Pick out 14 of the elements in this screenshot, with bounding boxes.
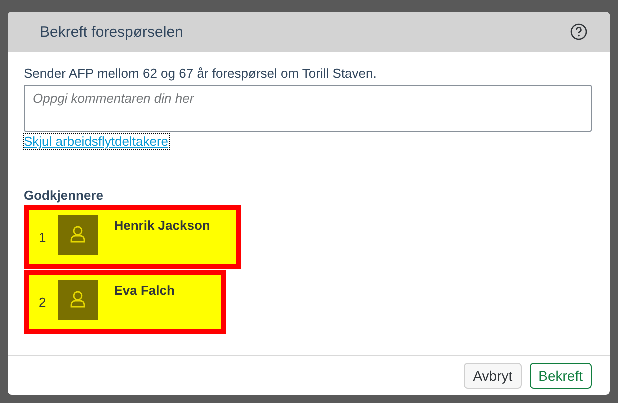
person-icon [58,280,98,320]
comment-field[interactable]: Oppgi kommentaren din her [24,85,592,132]
approvers-heading: Godkjennere [24,188,104,203]
approver-number: 1 [39,230,46,244]
person-icon [58,215,98,255]
dialog-title: Bekreft forespørselen [40,24,184,40]
approver-name: Henrik Jackson [114,218,210,233]
cancel-button[interactable]: Avbryt [464,362,522,388]
message-text: Sender AFP mellom 62 og 67 år forespørsel om Torill Staven. [24,66,378,81]
help-icon[interactable] [570,23,588,41]
hide-participants-link[interactable]: Skjul arbeidsflytdeltakere [24,134,169,149]
approver-name: Eva Falch [114,283,175,298]
confirm-button[interactable]: Bekreft [530,362,592,388]
approver-number: 2 [39,294,46,310]
